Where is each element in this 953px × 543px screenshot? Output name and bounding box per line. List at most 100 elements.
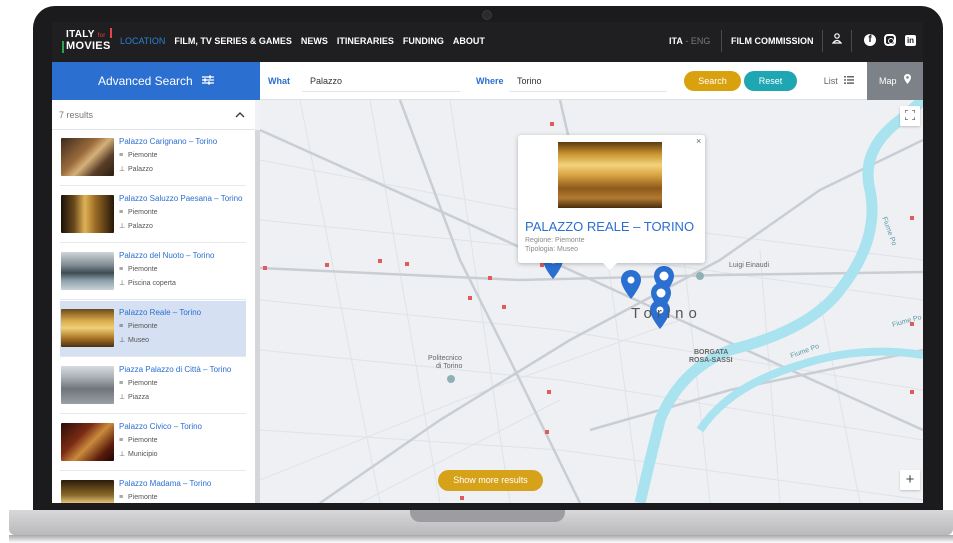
- laptop-frame: ITALY for MOVIES LOCATION FILM, TV SERIE…: [0, 0, 953, 543]
- nav-itineraries[interactable]: ITINERARIES: [337, 36, 394, 46]
- result-region-text: Piemonte: [128, 494, 158, 501]
- result-type-text: Palazzo: [128, 223, 153, 230]
- what-field[interactable]: [302, 70, 460, 92]
- result-item[interactable]: Palazzo Saluzzo Paesana – Torino ≡ Piemon…: [60, 187, 246, 243]
- tab-list[interactable]: List: [812, 62, 866, 100]
- camera-dot: [482, 10, 492, 20]
- tab-map[interactable]: Map: [867, 62, 923, 100]
- lang-ita[interactable]: ITA: [669, 36, 683, 46]
- logo-text-for: for: [97, 33, 106, 39]
- result-item[interactable]: Piazza Palazzo di Città – Torino ≡ Piemon…: [60, 358, 246, 414]
- tab-map-label: Map: [878, 76, 897, 86]
- result-title[interactable]: Palazzo Civico – Torino: [119, 422, 245, 431]
- result-title[interactable]: Piazza Palazzo di Città – Torino: [119, 365, 245, 374]
- result-type: ⊥ Museo: [119, 336, 149, 344]
- search-bar: Advanced Search What Where Search Reset …: [52, 62, 923, 100]
- lang-eng[interactable]: ENG: [691, 36, 711, 46]
- nav-film-tv-games[interactable]: FILM, TV SERIES & GAMES: [174, 36, 292, 46]
- result-thumbnail: [61, 423, 114, 461]
- what-label: What: [268, 76, 290, 86]
- close-icon[interactable]: ×: [696, 136, 701, 146]
- map-city-label: Torino: [631, 305, 702, 322]
- region-icon: ≡: [119, 323, 124, 330]
- region-icon: ≡: [119, 437, 124, 444]
- region-icon: ≡: [119, 266, 124, 273]
- result-title[interactable]: Palazzo del Nuoto – Torino: [119, 251, 245, 260]
- result-region: ≡ Piemonte: [119, 323, 158, 330]
- linkedin-icon[interactable]: in: [905, 35, 916, 46]
- popup-title[interactable]: PALAZZO REALE – TORINO: [525, 219, 694, 234]
- result-title[interactable]: Palazzo Reale – Torino: [119, 308, 245, 317]
- facebook-icon[interactable]: f: [864, 34, 876, 46]
- logo-text-movies: MOVIES: [66, 40, 111, 52]
- map-label-luigi-einaudi: Luigi Einaudi: [729, 262, 770, 269]
- fullscreen-icon[interactable]: [900, 106, 920, 126]
- instagram-icon[interactable]: [884, 34, 896, 46]
- result-title[interactable]: Palazzo Carignano – Torino: [119, 137, 245, 146]
- result-title[interactable]: Palazzo Saluzzo Paesana – Torino: [119, 194, 245, 203]
- reset-button[interactable]: Reset: [744, 71, 797, 91]
- result-region-text: Piemonte: [128, 380, 158, 387]
- result-title[interactable]: Palazzo Madama – Torino: [119, 479, 245, 488]
- site-logo[interactable]: ITALY for MOVIES: [62, 27, 114, 55]
- result-item[interactable]: Palazzo Madama – Torino ≡ Piemonte: [60, 472, 246, 503]
- sliders-icon: [202, 62, 215, 100]
- advanced-search-label: Advanced Search: [97, 74, 193, 88]
- where-field[interactable]: [509, 70, 667, 92]
- nav-divider: [851, 30, 852, 52]
- result-thumbnail: [61, 366, 114, 404]
- chevron-up-icon[interactable]: [235, 100, 245, 130]
- nav-about[interactable]: ABOUT: [453, 36, 485, 46]
- region-icon: ≡: [119, 152, 124, 159]
- result-region-text: Piemonte: [128, 152, 158, 159]
- result-thumbnail: [61, 480, 114, 503]
- result-region: ≡ Piemonte: [119, 266, 158, 273]
- region-icon: ≡: [119, 380, 124, 387]
- type-icon: ⊥: [119, 166, 126, 173]
- zoom-in-button[interactable]: +: [900, 470, 920, 490]
- result-region: ≡ Piemonte: [119, 437, 158, 444]
- location-popup[interactable]: × PALAZZO REALE – TORINO Regione: Piemon…: [518, 135, 705, 270]
- nav-news[interactable]: NEWS: [301, 36, 328, 46]
- result-type-text: Municipio: [128, 451, 158, 458]
- what-input[interactable]: [310, 76, 460, 86]
- map-label-borgata: ROSA-SASSI: [689, 357, 733, 364]
- results-header[interactable]: 7 results: [52, 100, 255, 130]
- result-region-text: Piemonte: [128, 209, 158, 216]
- nav-location[interactable]: LOCATION: [120, 36, 165, 46]
- region-icon: ≡: [119, 494, 124, 501]
- nav-funding[interactable]: FUNDING: [403, 36, 444, 46]
- result-thumbnail: [61, 252, 114, 290]
- search-button[interactable]: Search: [684, 71, 741, 91]
- result-item-selected[interactable]: Palazzo Reale – Torino ≡ Piemonte ⊥ Museo: [60, 301, 246, 357]
- result-item[interactable]: Palazzo del Nuoto – Torino ≡ Piemonte ⊥ Pi…: [60, 244, 246, 300]
- result-region: ≡ Piemonte: [119, 209, 158, 216]
- result-region: ≡ Piemonte: [119, 380, 158, 387]
- user-icon[interactable]: [830, 33, 844, 47]
- main-menu: LOCATION FILM, TV SERIES & GAMES NEWS IT…: [120, 36, 485, 46]
- result-type-text: Piazza: [128, 394, 150, 401]
- results-sidebar: 7 results Palazzo Carignano – Torino ≡ Pi…: [52, 100, 260, 503]
- result-type-text: Palazzo: [128, 166, 153, 173]
- result-item[interactable]: Palazzo Civico – Torino ≡ Piemonte ⊥ Munic…: [60, 415, 246, 471]
- list-icon: [844, 76, 855, 86]
- map-pin-icon[interactable]: [620, 270, 642, 300]
- map-label-politecnico: di Torino: [436, 363, 463, 370]
- show-more-results-button[interactable]: Show more results: [438, 470, 543, 491]
- type-icon: ⊥: [119, 337, 126, 344]
- type-icon: ⊥: [119, 223, 126, 230]
- result-type: ⊥ Piscina coperta: [119, 279, 176, 287]
- language-switcher: ITA - ENG: [669, 36, 710, 46]
- where-input[interactable]: [517, 76, 667, 86]
- advanced-search-button[interactable]: Advanced Search: [52, 62, 260, 100]
- result-type: ⊥ Piazza: [119, 393, 149, 401]
- result-item[interactable]: Palazzo Carignano – Torino ≡ Piemonte ⊥ Pa…: [60, 130, 246, 186]
- popup-region: Regione: Piemonte: [525, 237, 585, 244]
- result-type-text: Museo: [128, 337, 150, 344]
- result-type: ⊥ Palazzo: [119, 165, 153, 173]
- map-view[interactable]: Torino Politecnico di Torino BORGATA ROS…: [260, 100, 923, 503]
- nav-film-commission[interactable]: FILM COMMISSION: [731, 36, 814, 46]
- laptop-shadow: [9, 535, 953, 543]
- result-type: ⊥ Municipio: [119, 450, 158, 458]
- nav-divider: [721, 30, 722, 52]
